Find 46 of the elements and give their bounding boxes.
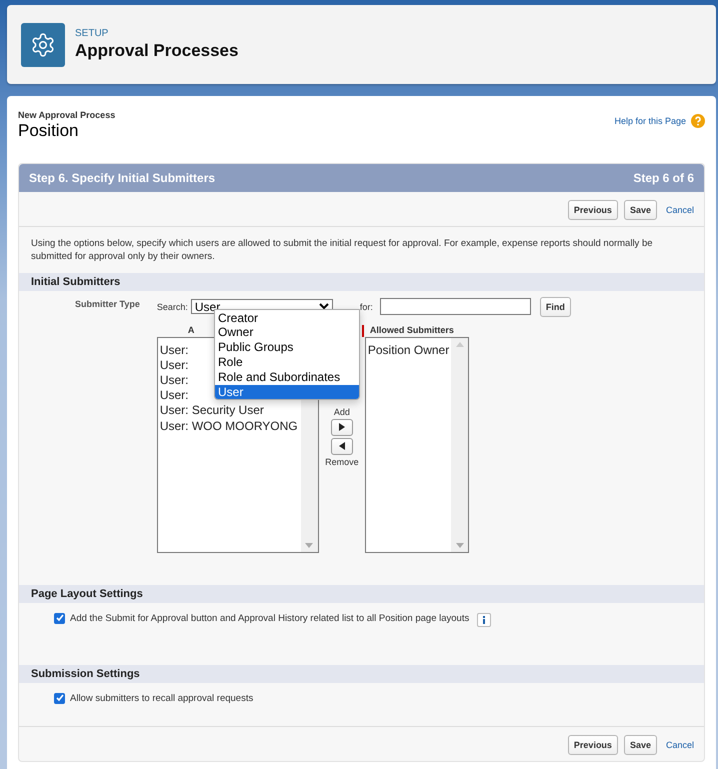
- dropdown-option[interactable]: Public Groups: [215, 340, 359, 356]
- page-heading: Approval Processes: [75, 41, 238, 61]
- checkbox-label: Allow submitters to recall approval requests: [70, 692, 254, 704]
- section-title: Page Layout Settings: [31, 588, 143, 600]
- remove-button[interactable]: [330, 438, 353, 455]
- list-item[interactable]: User: Security User: [160, 403, 299, 419]
- search-field[interactable]: [380, 298, 531, 316]
- dropdown-option[interactable]: Creator: [215, 310, 359, 326]
- gear-icon: [21, 22, 65, 66]
- remove-label: Remove: [325, 456, 359, 467]
- list-item[interactable]: Position Owner: [368, 342, 450, 358]
- breadcrumb-label: SETUP: [75, 28, 110, 39]
- section-title: Submission Settings: [31, 668, 140, 680]
- checkbox[interactable]: [54, 612, 65, 624]
- help-link[interactable]: Help for this Page: [614, 116, 686, 126]
- triangle-right-icon: [338, 423, 345, 432]
- add-label: Add: [334, 406, 350, 417]
- section-title: Initial Submitters: [31, 276, 120, 288]
- action-button[interactable]: Save: [624, 200, 657, 220]
- page-subtitle: New Approval Process: [18, 110, 116, 120]
- dropdown-option[interactable]: Role and Subordinates: [215, 370, 359, 385]
- field-label: Submitter Type: [75, 298, 140, 309]
- info-icon[interactable]: [477, 612, 492, 627]
- list-item[interactable]: User: WOO MOORYONG: [160, 418, 299, 434]
- triangle-left-icon: [338, 442, 345, 450]
- checkbox-label: Add the Submit for Approval button and Approval History related list to all Position page layouts: [70, 612, 470, 624]
- dropdown-option[interactable]: Owner: [215, 325, 359, 340]
- page-title: Position: [18, 121, 80, 141]
- step-title: Step 6. Specify Initial Submitters: [29, 171, 216, 185]
- cancel-link[interactable]: Cancel: [666, 740, 694, 750]
- dropdown-option[interactable]: User: [215, 384, 359, 400]
- cancel-link[interactable]: Cancel: [666, 205, 694, 215]
- search-label: Search:: [156, 302, 188, 312]
- add-button[interactable]: [330, 418, 353, 436]
- action-button[interactable]: Previous: [568, 734, 618, 755]
- chevron-down-icon[interactable]: [318, 303, 329, 310]
- action-button[interactable]: Save: [624, 734, 657, 755]
- instructions-text: Using the options below, specify which users are allowed to submit the initial request for approval. For example, expense reports should normally be submitted for approval only by their owners.: [30, 237, 654, 264]
- checkbox[interactable]: [54, 692, 65, 704]
- step-count-label: Step 6 of 6: [633, 171, 694, 185]
- for-label: for:: [360, 302, 373, 312]
- dropdown-option[interactable]: Role: [215, 355, 359, 370]
- find-button[interactable]: Find: [540, 296, 571, 317]
- allowed-list[interactable]: Position Owner: [364, 336, 469, 553]
- action-button[interactable]: Previous: [568, 200, 618, 220]
- list-heading: A: [188, 324, 194, 337]
